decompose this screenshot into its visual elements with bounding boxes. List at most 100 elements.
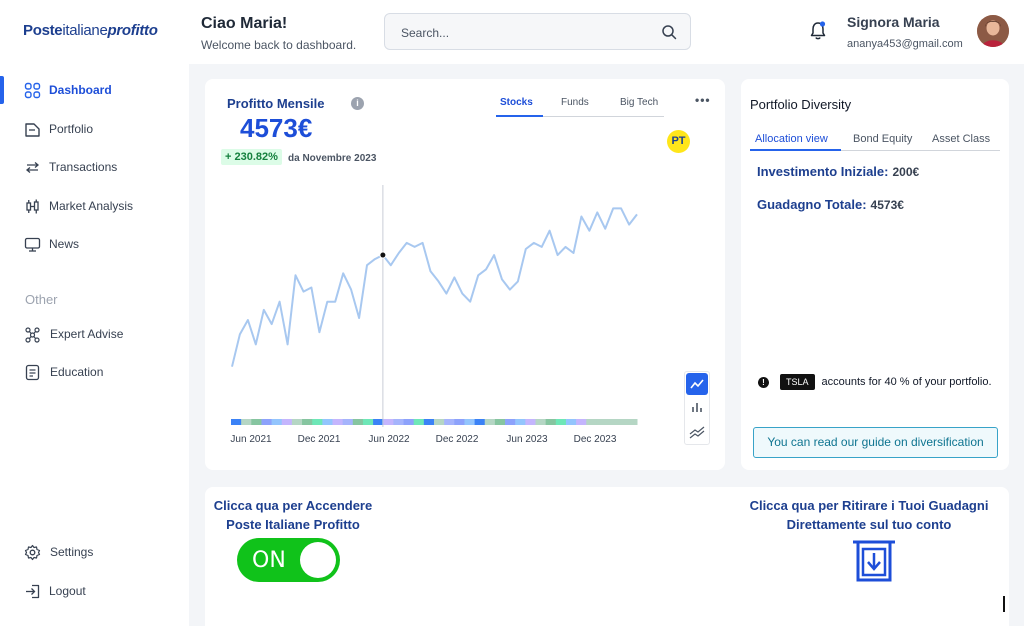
sidebar-item-news[interactable]: News xyxy=(0,229,189,259)
profit-title: Profitto Mensile xyxy=(227,96,325,111)
sidebar-item-dashboard[interactable]: Dashboard xyxy=(0,75,189,105)
x-tick-label: Dec 2022 xyxy=(436,434,479,445)
timeline-segment xyxy=(565,419,577,425)
more-options-icon[interactable]: ••• xyxy=(695,93,711,107)
avatar[interactable] xyxy=(977,15,1009,47)
timeline-segment xyxy=(555,419,567,425)
search-box[interactable]: Search... xyxy=(384,13,691,50)
sidebar-item-transactions[interactable]: Transactions xyxy=(0,152,189,182)
portfolio-diversity-card: Portfolio Diversity Allocation view Bond… xyxy=(741,79,1009,470)
info-icon[interactable]: i xyxy=(351,97,364,110)
search-input[interactable]: Search... xyxy=(401,26,449,40)
line-chart-icon xyxy=(690,379,704,389)
sidebar-item-settings[interactable]: Settings xyxy=(0,537,189,567)
timeline-segment xyxy=(586,419,597,425)
section-heading-other: Other xyxy=(25,292,58,307)
timeline-segment xyxy=(342,419,354,425)
activate-text-line2: Poste Italiane Profitto xyxy=(226,517,360,532)
total-gain-row: Guadagno Totale: 4573€ xyxy=(757,197,904,212)
app-logo[interactable]: Posteitalianeprofitto xyxy=(23,22,158,39)
tab-allocation-view[interactable]: Allocation view xyxy=(755,133,828,145)
timeline-segment xyxy=(423,419,435,425)
x-tick-label: Jun 2022 xyxy=(368,434,410,445)
greeting-block: Ciao Maria! Welcome back to dashboard. xyxy=(201,15,356,52)
timeline-segment xyxy=(413,419,425,425)
transactions-arrows-icon xyxy=(25,161,40,173)
sidebar-item-label: Settings xyxy=(50,545,94,559)
multi-line-chart-icon xyxy=(689,426,705,439)
sidebar: Dashboard Portfolio Transactions Market … xyxy=(0,64,189,626)
candlestick-icon xyxy=(26,199,39,213)
sidebar-item-label: Education xyxy=(50,365,104,379)
tab-underline xyxy=(496,115,543,117)
line-chart-tool-button[interactable] xyxy=(686,373,708,395)
timeline-segment xyxy=(545,419,557,425)
search-icon[interactable] xyxy=(661,24,677,40)
timeline-segment xyxy=(251,419,262,425)
timeline-segment xyxy=(505,419,516,425)
logo-part-profitto: profitto xyxy=(107,22,158,39)
timeline-segment xyxy=(454,419,465,425)
greeting-subtitle: Welcome back to dashboard. xyxy=(201,38,357,52)
diversification-guide-button[interactable]: You can read our guide on diversificatio… xyxy=(753,427,998,458)
sidebar-item-logout[interactable]: Logout xyxy=(0,576,189,606)
sidebar-item-education[interactable]: Education xyxy=(0,357,189,387)
compare-chart-tool-button[interactable] xyxy=(686,421,708,443)
tsla-allocation-text: accounts for 40 % of your portfolio. xyxy=(821,376,992,388)
bar-chart-tool-button[interactable] xyxy=(686,397,708,419)
total-gain-value: 4573€ xyxy=(870,198,904,212)
timeline-segment xyxy=(362,419,374,425)
sidebar-item-label: Portfolio xyxy=(49,122,94,136)
initial-investment-value: 200€ xyxy=(892,165,920,179)
actions-card: Clicca qua per Accendere Poste Italiane … xyxy=(205,487,1009,626)
sidebar-item-market-analysis[interactable]: Market Analysis xyxy=(0,191,189,221)
timeline-segment xyxy=(393,419,405,425)
sidebar-item-label: Expert Advise xyxy=(50,327,124,341)
profit-value: 4573€ xyxy=(240,113,313,143)
user-name[interactable]: Signora Maria xyxy=(847,14,940,30)
timeline-segment xyxy=(373,419,384,425)
timeline-segment xyxy=(576,419,587,425)
series-points xyxy=(232,208,637,366)
timeline-segment xyxy=(535,419,547,425)
timeline-segment xyxy=(474,419,486,425)
timeline-segment xyxy=(231,419,242,425)
timeline-segment xyxy=(312,419,323,425)
withdraw-text-line2: Direttamente sul tuo conto xyxy=(786,517,952,532)
sidebar-item-label: Logout xyxy=(49,584,86,598)
timeline-segment xyxy=(352,419,364,425)
timeline-segment xyxy=(444,419,455,425)
download-withdraw-icon[interactable] xyxy=(850,539,898,585)
tab-bond-equity[interactable]: Bond Equity xyxy=(853,133,912,145)
text-cursor xyxy=(1003,596,1005,612)
bar-chart-icon xyxy=(692,403,702,412)
timeline-segment xyxy=(494,419,506,425)
user-email: ananya453@gmail.com xyxy=(847,38,963,50)
pt-badge: PT xyxy=(667,130,690,153)
logo-part-italiane: italiane xyxy=(62,22,108,39)
asset-tabs: Stocks Funds Big Tech xyxy=(496,93,664,117)
profit-toggle-switch[interactable]: ON xyxy=(237,538,340,582)
tab-big-tech[interactable]: Big Tech xyxy=(620,97,658,108)
sidebar-item-expert-advise[interactable]: Expert Advise xyxy=(0,319,189,349)
timeline-segment xyxy=(332,419,344,425)
greeting-title: Ciao Maria! xyxy=(201,15,288,32)
profit-change-badge: + 230.82% xyxy=(221,149,282,165)
timeline-segment xyxy=(383,419,394,425)
total-gain-label: Guadagno Totale: xyxy=(757,197,867,212)
timeline-segment xyxy=(525,419,536,425)
tab-funds[interactable]: Funds xyxy=(561,97,589,108)
timeline-segment xyxy=(271,419,283,425)
sidebar-item-portfolio[interactable]: Portfolio xyxy=(0,114,189,144)
x-tick-label: Dec 2023 xyxy=(574,434,617,445)
initial-investment-label: Investimento Iniziale: xyxy=(757,164,889,179)
tab-stocks[interactable]: Stocks xyxy=(500,97,533,108)
notification-bell-icon[interactable] xyxy=(808,20,828,42)
tab-asset-class[interactable]: Asset Class xyxy=(932,133,990,145)
sidebar-item-label: Transactions xyxy=(49,160,118,174)
timeline-segment xyxy=(616,419,628,425)
timeline-segment xyxy=(302,419,313,425)
dashboard-grid-icon xyxy=(24,82,41,98)
tsla-allocation-note: ! TSLA accounts for 40 % of your portfol… xyxy=(758,374,992,390)
diversity-tab-underline xyxy=(750,149,841,151)
